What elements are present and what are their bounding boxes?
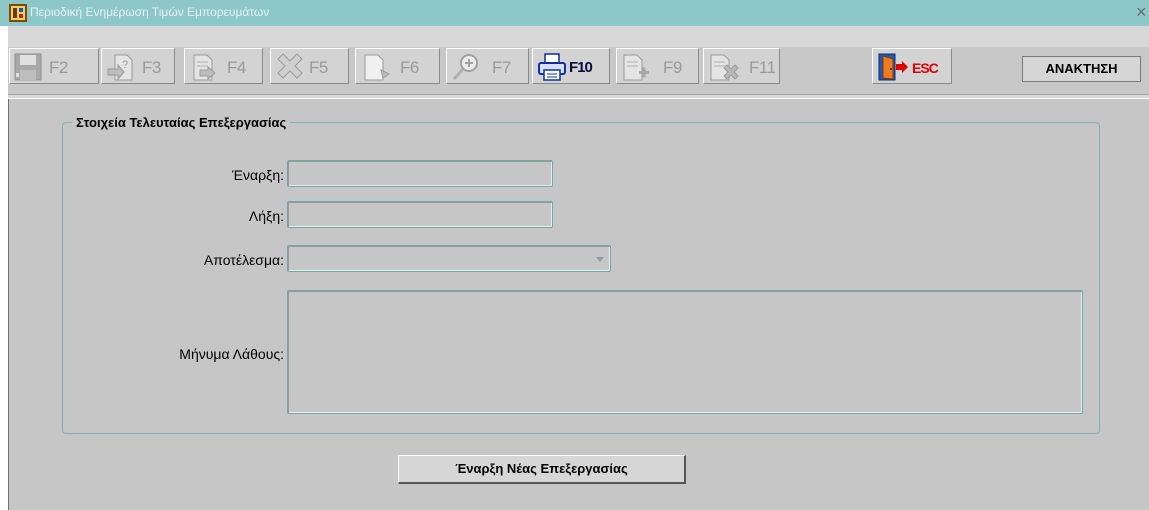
group-title: Στοιχεία Τελευταίας Επεξεργασίας bbox=[72, 115, 291, 130]
new-record-key-label: F6 bbox=[400, 58, 419, 77]
delete-record-button[interactable]: F5 bbox=[270, 48, 349, 84]
result-select[interactable] bbox=[287, 245, 611, 272]
start-label: Έναρξη: bbox=[232, 167, 284, 183]
save-key-label: F2 bbox=[49, 58, 68, 77]
insert-record-key-label: F9 bbox=[663, 58, 682, 77]
error-message-field[interactable] bbox=[287, 290, 1083, 414]
svg-text:?: ? bbox=[122, 59, 128, 71]
exit-button[interactable]: ESC bbox=[872, 48, 952, 84]
title-bar: Περιοδική Ενημέρωση Τιμών Εμπορευμάτων × bbox=[0, 0, 1149, 26]
execute-query-button[interactable]: F4 bbox=[184, 48, 263, 84]
remove-record-button[interactable]: F11 bbox=[703, 48, 780, 84]
execute-query-key-label: F4 bbox=[227, 58, 246, 77]
result-label: Αποτέλεσμα: bbox=[203, 252, 284, 268]
save-icon bbox=[14, 53, 42, 81]
execute-query-icon bbox=[193, 54, 216, 81]
exit-key-label: ESC bbox=[912, 60, 939, 76]
print-key-label: F10 bbox=[569, 59, 593, 76]
left-border bbox=[8, 99, 9, 510]
toolbar: F2 ? F3 F4 F5 F6 F7 F10 F9 F11 ESC ΑΝΑΚΤ… bbox=[8, 26, 1149, 98]
new-record-button[interactable]: F6 bbox=[355, 48, 440, 84]
zoom-search-icon bbox=[452, 54, 478, 81]
exit-door-icon bbox=[878, 53, 908, 81]
start-field[interactable] bbox=[287, 160, 553, 187]
close-icon[interactable]: × bbox=[1136, 2, 1147, 22]
print-icon bbox=[538, 53, 566, 81]
query-icon: ? bbox=[107, 54, 133, 81]
insert-record-button[interactable]: F9 bbox=[616, 48, 699, 84]
app-icon bbox=[9, 4, 27, 22]
zoom-button[interactable]: F7 bbox=[446, 48, 529, 84]
app-window: Περιοδική Ενημέρωση Τιμών Εμπορευμάτων ×… bbox=[0, 0, 1149, 510]
end-field[interactable] bbox=[287, 201, 553, 228]
new-record-icon bbox=[364, 54, 390, 81]
window-title: Περιοδική Ενημέρωση Τιμών Εμπορευμάτων bbox=[30, 5, 270, 19]
enter-query-key-label: F3 bbox=[142, 58, 161, 77]
end-label: Λήξη: bbox=[248, 208, 284, 224]
remove-record-icon bbox=[710, 54, 739, 81]
print-button[interactable]: F10 bbox=[532, 48, 610, 84]
save-button[interactable]: F2 bbox=[9, 48, 99, 84]
delete-record-key-label: F5 bbox=[309, 58, 328, 77]
chevron-down-icon[interactable] bbox=[596, 257, 604, 262]
remove-record-key-label: F11 bbox=[749, 58, 776, 77]
delete-record-icon bbox=[277, 53, 303, 79]
error-message-label: Μήνυμα Λάθους: bbox=[179, 346, 284, 362]
zoom-key-label: F7 bbox=[492, 58, 511, 77]
enter-query-button[interactable]: ? F3 bbox=[101, 48, 175, 84]
insert-record-icon bbox=[623, 54, 649, 81]
retrieve-button[interactable]: ΑΝΑΚΤΗΣΗ bbox=[1022, 56, 1141, 82]
start-new-processing-button[interactable]: Έναρξη Νέας Επεξεργασίας bbox=[398, 455, 686, 484]
